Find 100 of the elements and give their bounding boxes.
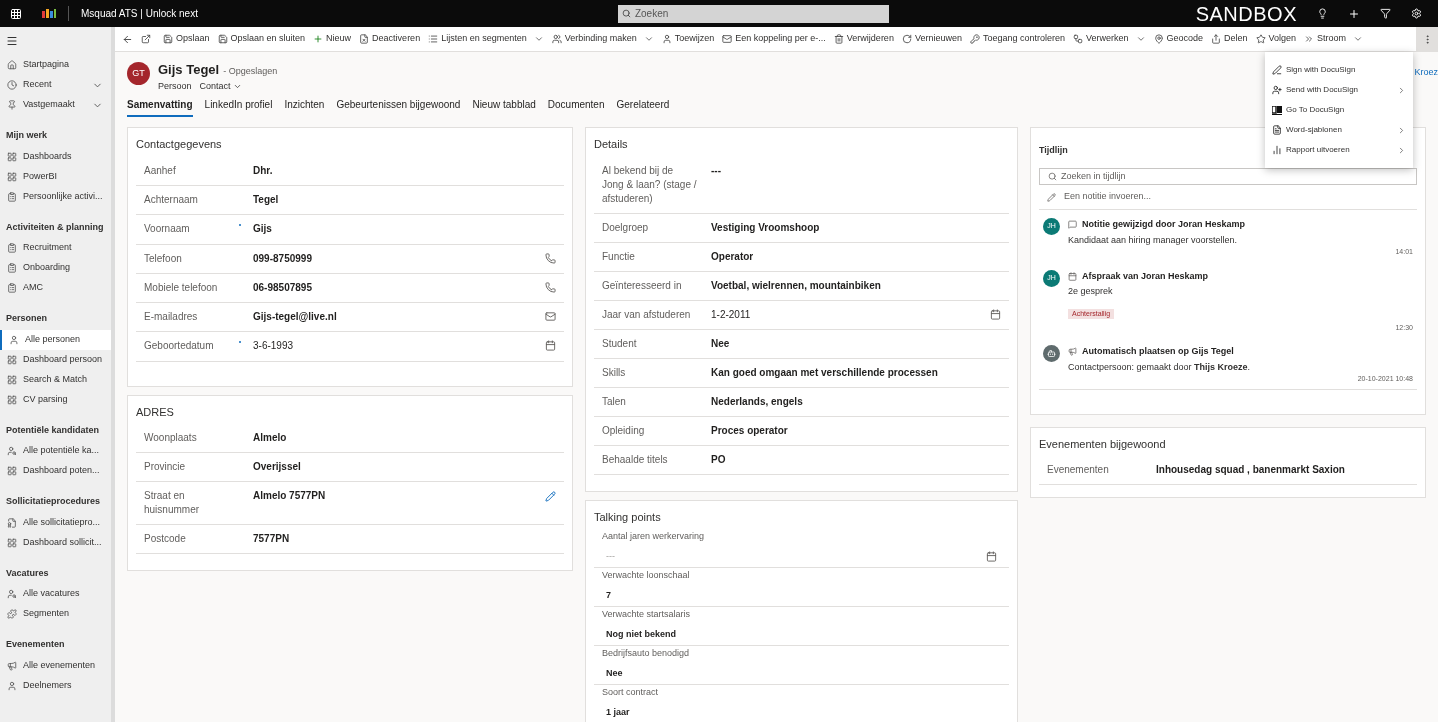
field-value[interactable]: 7 bbox=[606, 588, 611, 602]
entry-title[interactable]: Automatisch plaatsen op Gijs Tegel bbox=[1082, 345, 1234, 359]
command-button[interactable]: Opslaan bbox=[159, 27, 214, 51]
sidebar-heading: Potentiële kandidaten bbox=[5, 423, 101, 437]
sidebar-item[interactable]: Dashboard poten... bbox=[0, 461, 111, 481]
command-button[interactable]: Verbinding maken bbox=[547, 27, 658, 51]
field-value[interactable]: Nederlands, engels bbox=[711, 395, 803, 407]
menu-item[interactable]: Go To DocuSign bbox=[1265, 100, 1413, 120]
field-label: Soort contract bbox=[602, 686, 660, 699]
command-button[interactable]: Stroom bbox=[1300, 27, 1368, 51]
command-button[interactable]: Verwijderen bbox=[829, 27, 898, 51]
field-value[interactable]: Voetbal, wielrennen, mountainbiken bbox=[711, 279, 881, 291]
field-value[interactable]: 099-8750999 bbox=[253, 252, 312, 264]
field-value[interactable]: Overijssel bbox=[253, 461, 301, 472]
command-button[interactable]: Nieuw bbox=[309, 27, 356, 51]
sidebar-item[interactable]: CV parsing bbox=[0, 389, 111, 410]
sidebar-item[interactable]: Alle personen bbox=[0, 329, 111, 350]
app-title: Msquad ATS | Unlock next bbox=[68, 6, 198, 21]
sidebar-item[interactable]: Dashboard sollicit... bbox=[0, 532, 111, 553]
field-label: Doelgroep bbox=[602, 221, 649, 233]
field-label: Aanhef bbox=[144, 164, 176, 176]
field-value[interactable]: Gijs-tegel@live.nl bbox=[253, 310, 337, 322]
sidebar-item[interactable]: Deelnemers bbox=[0, 675, 111, 696]
field-value[interactable]: Nee bbox=[711, 337, 730, 349]
section-title: ADRES bbox=[136, 404, 175, 420]
field-label: Verwachte loonschaal bbox=[602, 569, 691, 582]
sidebar-item[interactable]: Alle potentiële ka... bbox=[0, 441, 111, 461]
field-value[interactable]: Gijs bbox=[253, 222, 272, 234]
field-label: E-mailadres bbox=[144, 310, 198, 322]
field-value[interactable]: Nog niet bekend bbox=[606, 627, 676, 641]
field-value[interactable]: 06-98507895 bbox=[253, 281, 312, 293]
sidebar-item[interactable]: Dashboard persoon bbox=[0, 349, 111, 370]
sidebar-item[interactable]: Vastgemaakt bbox=[0, 95, 111, 115]
sidebar-item[interactable]: Persoonlijke activi... bbox=[0, 186, 111, 207]
entry-title[interactable]: Afspraak van Joran Heskamp bbox=[1082, 269, 1209, 283]
field-value[interactable]: Vestiging Vroomshoop bbox=[711, 221, 820, 233]
sidebar-item[interactable]: AMC bbox=[0, 278, 111, 298]
command-button[interactable]: Delen bbox=[1207, 27, 1252, 51]
note-field[interactable]: Een notitie invoeren... bbox=[1039, 185, 1417, 210]
tab[interactable]: Nieuw tabblad bbox=[472, 97, 536, 117]
tab[interactable]: Gerelateerd bbox=[616, 97, 670, 117]
sidebar-item[interactable]: Search & Match bbox=[0, 369, 111, 390]
field-value[interactable]: --- bbox=[711, 164, 721, 176]
sidebar-heading: Vacatures bbox=[5, 566, 50, 580]
sidebar-item[interactable]: Alle evenementen bbox=[0, 655, 111, 676]
command-button[interactable]: Toewijzen bbox=[657, 27, 719, 51]
sidebar-item[interactable]: Recent bbox=[0, 75, 111, 95]
timeline-search-field[interactable]: Zoeken in tijdlijn bbox=[1039, 168, 1417, 185]
search-field[interactable]: Zoeken bbox=[617, 4, 889, 23]
field-value[interactable]: Tegel bbox=[253, 193, 279, 205]
field-value[interactable]: Dhr. bbox=[253, 164, 273, 176]
field-value[interactable]: Almelo bbox=[253, 432, 287, 443]
field-value[interactable]: Operator bbox=[711, 250, 754, 262]
command-button[interactable]: Deactiveren bbox=[355, 27, 425, 51]
menu-item[interactable]: Sign with DocuSign bbox=[1265, 60, 1413, 80]
sidebar-item[interactable]: Alle vacatures bbox=[0, 584, 111, 604]
sidebar-item[interactable]: Segmenten bbox=[0, 604, 111, 624]
sidebar-item[interactable]: Onboarding bbox=[0, 258, 111, 278]
field-value[interactable]: PO bbox=[711, 453, 726, 465]
command-button[interactable]: Toegang controleren bbox=[965, 27, 1069, 51]
sidebar-item[interactable]: Startpagina bbox=[0, 55, 111, 75]
field-value[interactable]: Kan goed omgaan met verschillende processen bbox=[711, 366, 938, 378]
form-selector[interactable]: Contact bbox=[199, 79, 242, 93]
sidebar-item[interactable]: PowerBI bbox=[0, 166, 111, 187]
tab[interactable]: Inzichten bbox=[284, 97, 325, 117]
field-label: Telefoon bbox=[144, 252, 182, 264]
save-status: - Opgeslagen bbox=[223, 65, 278, 78]
section-title: Talking points bbox=[594, 509, 662, 525]
command-button[interactable]: Volgen bbox=[1251, 27, 1301, 51]
command-button[interactable]: Geocode bbox=[1149, 27, 1208, 51]
tab[interactable]: Documenten bbox=[547, 97, 605, 117]
field-value[interactable]: 1 jaar bbox=[606, 705, 630, 719]
command-button[interactable]: Opslaan en sluiten bbox=[213, 27, 310, 51]
sidebar-item[interactable]: Dashboards bbox=[0, 146, 111, 167]
command-button[interactable]: Verwerken bbox=[1069, 27, 1150, 51]
field-value[interactable]: 7577PN bbox=[253, 533, 290, 544]
field-value[interactable]: 3-6-1993 bbox=[253, 339, 294, 351]
owner-link[interactable]: Kroez bbox=[1414, 66, 1438, 80]
menu-item[interactable]: Send with DocuSign bbox=[1265, 80, 1413, 100]
field-value[interactable]: Nee bbox=[606, 666, 623, 680]
tab[interactable]: Gebeurtenissen bijgewoond bbox=[336, 97, 461, 117]
field-value[interactable]: Inhousedag squad , banenmarkt Saxion bbox=[1156, 464, 1345, 475]
sidebar-heading: Mijn werk bbox=[5, 129, 48, 142]
sidebar-item[interactable]: Recruitment bbox=[0, 238, 111, 258]
sidebar-heading: Evenementen bbox=[5, 638, 66, 651]
tab[interactable]: Samenvatting bbox=[127, 97, 193, 117]
menu-item[interactable]: Word-sjablonen bbox=[1265, 120, 1413, 140]
field-label: Verwachte startsalaris bbox=[602, 608, 692, 621]
tab[interactable]: LinkedIn profiel bbox=[204, 97, 273, 117]
command-button[interactable]: Een koppeling per e-... bbox=[718, 27, 830, 51]
record-name: Gijs Tegel bbox=[158, 61, 220, 79]
command-button[interactable]: Vernieuwen bbox=[897, 27, 966, 51]
command-button[interactable]: Lijsten en segmenten bbox=[424, 27, 548, 51]
field-label: Aantal jaren werkervaring bbox=[602, 530, 706, 543]
entry-title[interactable]: Notitie gewijzigd door Joran Heskamp bbox=[1082, 218, 1246, 232]
field-value[interactable]: Proces operator bbox=[711, 424, 788, 436]
field-value[interactable]: Almelo 7577PN bbox=[253, 490, 326, 501]
menu-item[interactable]: Rapport uitvoeren bbox=[1265, 140, 1413, 160]
sidebar-item[interactable]: Alle sollicitatiepro... bbox=[0, 512, 111, 533]
field-value[interactable]: 1-2-2011 bbox=[711, 308, 751, 320]
